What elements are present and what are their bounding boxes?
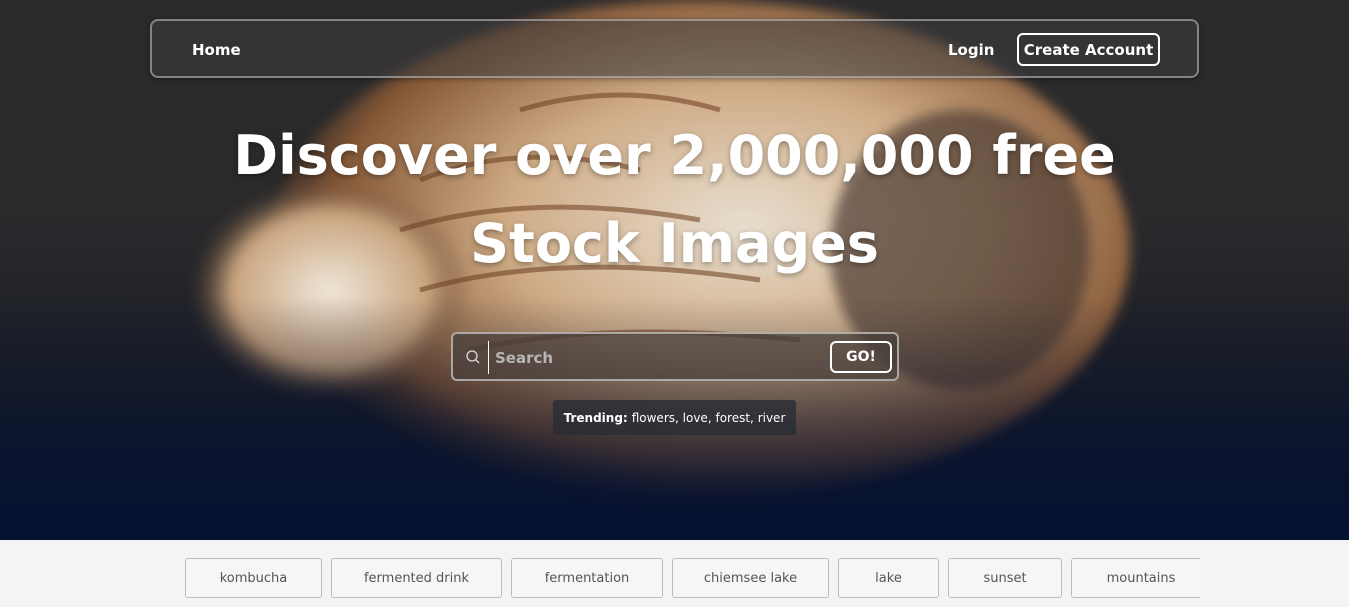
- related-tags-bar: kombucha fermented drink fermentation ch…: [0, 540, 1349, 607]
- search-bar: GO!: [451, 332, 899, 381]
- trending-bar: Trending: flowers, love, forest, river: [553, 400, 796, 435]
- tags-track: kombucha fermented drink fermentation ch…: [185, 558, 1200, 598]
- trending-item-flowers[interactable]: flowers: [632, 411, 675, 425]
- hero-headline: Discover over 2,000,000 free Stock Image…: [200, 112, 1149, 288]
- tag-sunset[interactable]: sunset: [948, 558, 1062, 598]
- search-divider: [488, 341, 489, 374]
- hero-headline-line1: Discover over 2,000,000 free: [233, 124, 1116, 187]
- trending-item-love[interactable]: love: [683, 411, 708, 425]
- trending-label: Trending:: [563, 410, 628, 425]
- trending-item-forest[interactable]: forest: [715, 411, 750, 425]
- tag-mountains[interactable]: mountains: [1071, 558, 1200, 598]
- tag-fermented-drink[interactable]: fermented drink: [331, 558, 502, 598]
- tag-fermentation[interactable]: fermentation: [511, 558, 663, 598]
- tag-chiemsee-lake[interactable]: chiemsee lake: [672, 558, 829, 598]
- search-input[interactable]: [495, 340, 825, 375]
- search-go-button[interactable]: GO!: [830, 341, 892, 373]
- create-account-button[interactable]: Create Account: [1017, 33, 1160, 66]
- nav-home-link[interactable]: Home: [192, 41, 241, 59]
- search-icon: [466, 350, 480, 364]
- top-navigation-bar: Home Login Create Account: [150, 19, 1199, 78]
- hero-section: Home Login Create Account Discover over …: [0, 0, 1349, 540]
- tag-kombucha[interactable]: kombucha: [185, 558, 322, 598]
- hero-headline-line2: Stock Images: [470, 212, 879, 275]
- trending-item-river[interactable]: river: [758, 411, 786, 425]
- tag-lake[interactable]: lake: [838, 558, 939, 598]
- nav-login-link[interactable]: Login: [948, 41, 994, 59]
